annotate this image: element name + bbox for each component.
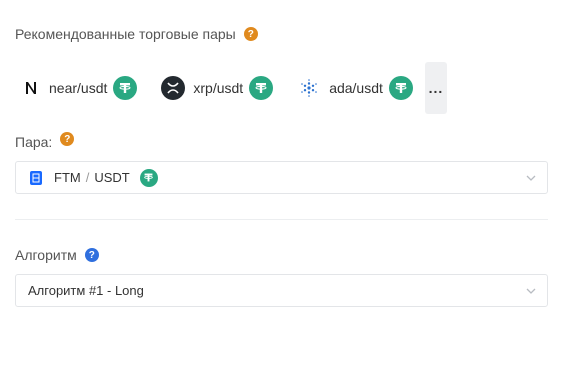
- tether-icon: [388, 76, 413, 100]
- chevron-down-icon: [526, 288, 536, 294]
- tether-icon: [139, 168, 158, 187]
- pair-base: FTM: [54, 170, 81, 185]
- more-pairs-button[interactable]: ...: [424, 62, 447, 114]
- divider: [15, 219, 548, 220]
- pair-field-label: Пара:: [15, 134, 53, 150]
- recommended-pairs-label-row: Рекомендованные торговые пары ?: [15, 26, 258, 42]
- xrp-icon: [161, 76, 186, 100]
- help-icon[interactable]: ?: [243, 27, 258, 41]
- fantom-icon: [28, 170, 44, 186]
- pair-chip-ada-usdt[interactable]: ada/usdt: [281, 62, 421, 114]
- cardano-icon: [297, 76, 321, 100]
- tether-icon: [113, 76, 138, 100]
- pair-label: near/usdt: [49, 80, 108, 96]
- tether-icon: [249, 76, 274, 100]
- pair-separator: /: [85, 170, 90, 185]
- help-icon[interactable]: ?: [60, 132, 75, 146]
- algorithm-select-value: Алгоритм #1 - Long: [28, 283, 144, 298]
- pair-quote: USDT: [94, 170, 130, 185]
- pair-label: xrp/usdt: [193, 80, 244, 96]
- near-icon: [21, 78, 41, 98]
- chevron-down-icon: [526, 175, 536, 181]
- pair-select[interactable]: FTM / USDT: [15, 161, 548, 194]
- recommended-pairs-list: near/usdt xrp/usdt ada/usdt ...: [15, 62, 447, 114]
- pair-label-row: Пара: ?: [15, 132, 75, 150]
- pair-chip-near-usdt[interactable]: near/usdt: [15, 62, 145, 114]
- algorithm-select[interactable]: Алгоритм #1 - Long: [15, 274, 548, 307]
- help-icon[interactable]: ?: [84, 248, 99, 262]
- pair-select-value: FTM / USDT: [28, 168, 158, 187]
- recommended-pairs-label: Рекомендованные торговые пары: [15, 26, 236, 42]
- algorithm-field-label: Алгоритм: [15, 247, 77, 263]
- pair-label: ada/usdt: [329, 80, 383, 96]
- pair-chip-xrp-usdt[interactable]: xrp/usdt: [145, 62, 281, 114]
- algorithm-label-row: Алгоритм ?: [15, 247, 99, 263]
